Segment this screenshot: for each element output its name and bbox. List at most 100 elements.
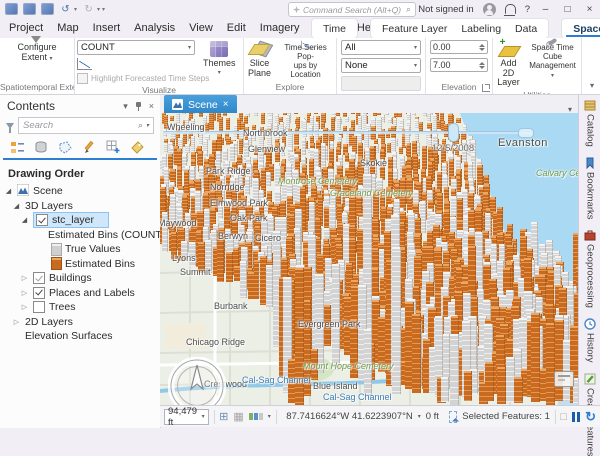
time-series-popups-button[interactable]: Time Series Pop- ups by Location xyxy=(277,40,334,80)
layer-checkbox[interactable] xyxy=(33,272,45,284)
selected-layer-row[interactable]: stc_layer xyxy=(33,212,109,228)
open-project-icon[interactable] xyxy=(23,3,36,15)
tree-expander-icon[interactable]: ◢ xyxy=(20,216,29,224)
command-search-input[interactable]: Command Search (Alt+Q) ⌕ xyxy=(288,2,416,17)
customize-qat-icon[interactable]: ▾ xyxy=(102,6,105,13)
snapping-icon[interactable] xyxy=(249,413,263,420)
pause-drawing-icon[interactable] xyxy=(572,412,580,422)
list-by-drawing-order-icon[interactable] xyxy=(10,140,25,155)
menu-tab-insert[interactable]: Insert xyxy=(86,19,128,37)
dock-tab-history[interactable]: History xyxy=(584,318,596,363)
time-slider-handle[interactable] xyxy=(448,123,459,142)
list-by-editing-icon[interactable] xyxy=(82,140,97,155)
selected-features-count[interactable]: Selected Features: 1 xyxy=(462,411,550,422)
add-data-icon[interactable] xyxy=(41,3,54,15)
save-icon[interactable] xyxy=(5,3,18,15)
tree-item-places-and-labels[interactable]: ▷Places and Labels xyxy=(0,286,160,301)
map-scale-combo[interactable]: 94,479 ft ▾ xyxy=(164,409,209,425)
tree-expander-icon[interactable]: ◢ xyxy=(4,187,13,195)
undo-chevron-icon[interactable]: ▾ xyxy=(74,6,77,13)
stc-management-button[interactable]: Space Time Cube Management ▾ xyxy=(526,40,579,82)
account-avatar[interactable] xyxy=(483,3,496,16)
tree-item-scene[interactable]: ◢Scene xyxy=(0,184,160,199)
layer-checkbox[interactable] xyxy=(33,287,45,299)
tree-item-trees[interactable]: ▷Trees xyxy=(0,300,160,315)
list-by-data-source-icon[interactable] xyxy=(34,140,49,155)
tree-expander-icon[interactable]: ◢ xyxy=(12,202,21,210)
display-all-combo[interactable]: All▾ xyxy=(341,40,421,55)
tree-expander-icon[interactable]: ▷ xyxy=(20,303,29,311)
collapse-ribbon-icon[interactable]: ▾ xyxy=(590,81,594,90)
tree-item-3d-layers[interactable]: ◢3D Layers xyxy=(0,199,160,214)
attributes-pane-icon[interactable]: □ xyxy=(560,411,567,423)
chevron-down-icon[interactable]: ▾ xyxy=(268,413,271,420)
menu-tab-view[interactable]: View xyxy=(182,19,220,37)
menu-tab-imagery[interactable]: Imagery xyxy=(253,19,307,37)
variable-combo[interactable]: COUNT ▾ xyxy=(77,40,195,55)
chevron-down-icon[interactable]: ▾ xyxy=(146,122,149,129)
undo-icon[interactable]: ↺ xyxy=(59,3,72,15)
selected-features-icon[interactable] xyxy=(449,411,457,423)
tab-data[interactable]: Data xyxy=(508,21,544,37)
dock-tab-geoprocessing[interactable]: Geoprocessing xyxy=(584,229,596,308)
minimize-button[interactable]: – xyxy=(539,4,552,15)
tree-item-stc-layer[interactable]: ◢ stc_layer xyxy=(0,213,160,228)
configure-extent-button[interactable]: Configure Extent ▾ xyxy=(15,40,58,65)
notifications-icon[interactable] xyxy=(505,4,516,14)
dock-tab-catalog[interactable]: Catalog xyxy=(584,99,596,147)
layer-checkbox[interactable] xyxy=(33,301,45,313)
redo-icon[interactable]: ↻ xyxy=(82,3,95,15)
tree-item-estimated-bins[interactable]: Estimated Bins xyxy=(0,257,160,272)
tab-scene[interactable]: Scene × xyxy=(164,95,237,114)
elevation-exaggeration-spinner[interactable]: 7.00 xyxy=(430,58,488,72)
tab-close-icon[interactable]: × xyxy=(223,99,229,110)
add-2d-layer-button[interactable]: + Add 2D Layer xyxy=(495,40,522,89)
tree-expander-icon[interactable]: ▷ xyxy=(12,318,21,326)
tree-item-2d-layers[interactable]: ▷2D Layers xyxy=(0,315,160,330)
tree-expander-icon[interactable]: ▷ xyxy=(20,274,29,282)
slice-plane-button[interactable]: Slice Plane xyxy=(246,40,273,79)
tab-feature-layer[interactable]: Feature Layer xyxy=(375,21,454,37)
add-grid-icon[interactable]: ⊞ xyxy=(219,411,228,423)
chevron-down-icon[interactable]: ▾ xyxy=(418,413,421,420)
compass-navigator[interactable] xyxy=(168,357,226,405)
tree-item-true-values[interactable]: True Values xyxy=(0,242,160,257)
refresh-view-icon[interactable]: ↻ xyxy=(585,410,596,424)
tree-item-buildings[interactable]: ▷Buildings xyxy=(0,271,160,286)
tab-time[interactable]: Time xyxy=(316,21,353,37)
elevation-offset-spinner[interactable]: 0.00 xyxy=(430,40,488,54)
menu-tab-analysis[interactable]: Analysis xyxy=(127,19,182,37)
panel-close-icon[interactable]: × xyxy=(149,101,154,111)
time-series-chart-icon[interactable] xyxy=(77,58,92,70)
themes-button[interactable]: Themes ▾ xyxy=(201,40,238,79)
list-by-labeling-icon[interactable] xyxy=(130,140,145,155)
grid-icon[interactable]: ▦ xyxy=(233,411,243,423)
layer-checkbox[interactable] xyxy=(36,214,48,226)
menu-tab-edit[interactable]: Edit xyxy=(220,19,253,37)
sign-in-status[interactable]: Not signed in xyxy=(418,4,473,15)
filter-icon[interactable] xyxy=(6,123,14,129)
display-none-combo[interactable]: None▾ xyxy=(341,58,421,73)
list-by-snapping-icon[interactable] xyxy=(106,140,121,155)
menu-tab-project[interactable]: Project xyxy=(2,19,50,37)
pin-icon[interactable] xyxy=(135,102,142,111)
close-button[interactable]: × xyxy=(583,4,596,15)
redo-chevron-icon[interactable]: ▾ xyxy=(97,6,100,13)
menu-tab-map[interactable]: Map xyxy=(50,19,85,37)
tree-expander-icon[interactable]: ▷ xyxy=(20,289,29,297)
time-slider-track[interactable] xyxy=(164,131,532,134)
highlight-forecasted-checkbox[interactable]: Highlight Forecasted Time Steps xyxy=(77,73,195,84)
contents-search-input[interactable]: Search ⌕ ▾ xyxy=(18,117,154,134)
popup-pane-icon[interactable] xyxy=(554,371,574,387)
tab-space-time-cube[interactable]: Space Time Cube xyxy=(566,21,600,37)
tree-item-estimated-bins-count-[interactable]: Estimated Bins (COUNT) xyxy=(0,228,160,243)
dock-tab-bookmarks[interactable]: Bookmarks xyxy=(584,157,596,220)
help-icon[interactable]: ? xyxy=(525,4,530,15)
list-by-selection-icon[interactable] xyxy=(58,140,73,155)
maximize-button[interactable]: □ xyxy=(561,4,574,15)
dialog-launcher-icon[interactable] xyxy=(482,84,490,92)
coordinates-readout[interactable]: 87.7416624°W 41.6223907°N xyxy=(286,411,412,422)
scene-view[interactable]: 12/5/2008 WheelingNorthbrookGlenviewEvan… xyxy=(160,113,578,405)
panel-menu-chevron-icon[interactable]: ▾ xyxy=(123,101,128,112)
tab-labeling[interactable]: Labeling xyxy=(454,21,508,37)
